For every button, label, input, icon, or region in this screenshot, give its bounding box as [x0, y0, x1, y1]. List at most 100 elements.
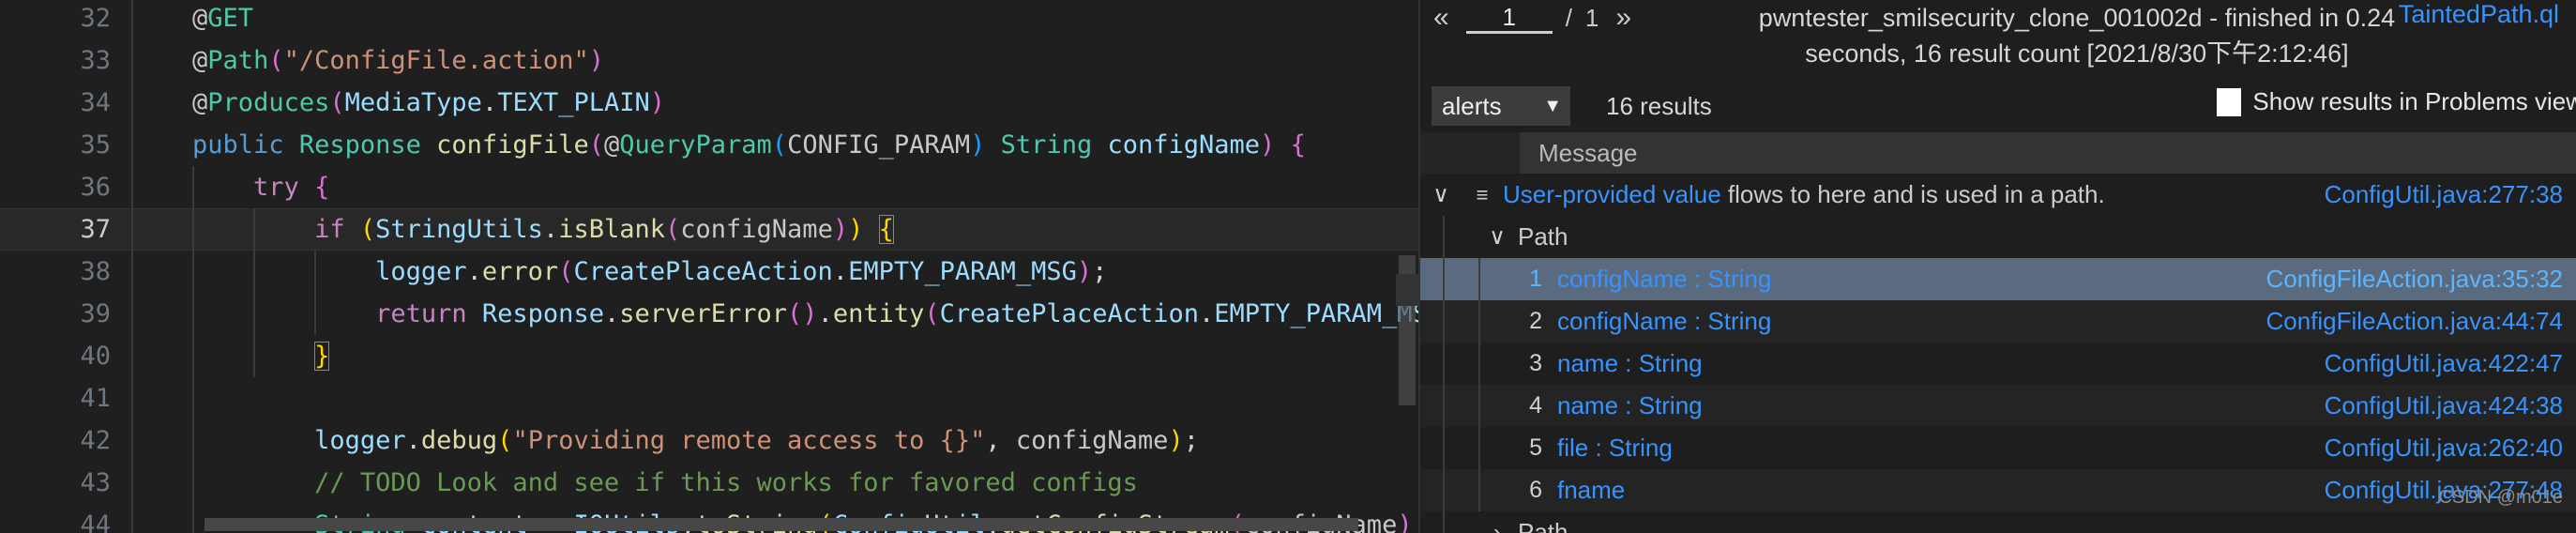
code-line-content: }: [131, 335, 1418, 377]
editor-horizontal-scrollbar-thumb[interactable]: [205, 518, 1358, 531]
path-step-row[interactable]: 1 configName : String ConfigFileAction.jav…: [1420, 258, 2576, 300]
code-token: ): [1076, 257, 1093, 286]
show-in-problems-toggle[interactable]: Show results in Problems view: [2217, 87, 2576, 116]
results-pager[interactable]: « 1 / 1 »: [1430, 0, 1739, 34]
results-table-header: Message: [1420, 132, 2576, 174]
code-token: // TODO Look and see if this works for f…: [314, 468, 1138, 497]
page-number-input[interactable]: 1: [1465, 3, 1553, 34]
tree-rail: [1478, 385, 1480, 427]
indent-guide: [253, 335, 255, 377]
code-line[interactable]: 40 }: [0, 335, 1418, 377]
path-step-location-link[interactable]: ConfigUtil.java:424:38: [2266, 391, 2576, 420]
code-line[interactable]: 36 try {: [0, 166, 1418, 208]
editor-scroll-marker[interactable]: [1396, 274, 1418, 306]
code-token: EMPTY_PARAM_MSG: [848, 257, 1077, 286]
alert-message-link[interactable]: User-provided value: [1503, 180, 1721, 208]
path-step-row[interactable]: 4 name : String ConfigUtil.java:424:38: [1420, 385, 2576, 427]
code-token: ): [588, 46, 604, 75]
code-line[interactable]: 37 if (StringUtils.isBlank(configName)) …: [0, 208, 1418, 251]
path-step-location-link[interactable]: ConfigFileAction.java:35:32: [2265, 265, 2576, 294]
results-topbar: « 1 / 1 » pwntester_smilsecurity_clone_0…: [1420, 0, 2576, 80]
code-token: .: [481, 88, 498, 117]
editor-vertical-scrollbar[interactable]: [1396, 0, 1418, 533]
code-token: (: [558, 257, 574, 286]
code-token: entity: [832, 299, 925, 328]
path-step-row[interactable]: 6 fname ConfigUtil.java:277:48: [1420, 469, 2576, 511]
code-token: .: [466, 257, 482, 286]
code-line[interactable]: 42 logger.debug("Providing remote access…: [0, 419, 1418, 462]
chevron-down-icon[interactable]: ∨: [1420, 181, 1462, 208]
path-step-location-link[interactable]: ConfigUtil.java:262:40: [2266, 434, 2576, 463]
code-line[interactable]: 32 @GET: [0, 0, 1418, 39]
column-header-message[interactable]: Message: [1520, 132, 2576, 174]
code-line[interactable]: 39 return Response.serverError().entity(…: [0, 293, 1418, 335]
path-step-location-link[interactable]: ConfigUtil.java:422:47: [2266, 349, 2576, 378]
path-group-row[interactable]: ∨ Path: [1420, 216, 2576, 258]
path-step-row[interactable]: 2 configName : String ConfigFileAction.jav…: [1420, 300, 2576, 343]
code-token: (: [787, 299, 803, 328]
code-line-content: return Response.serverError().entity(Cre…: [131, 293, 1418, 335]
code-token: return: [375, 299, 467, 328]
indent-guide: [131, 293, 133, 335]
alert-location-link[interactable]: ConfigUtil.java:277:38: [2266, 180, 2576, 209]
path-step-row[interactable]: 3 name : String ConfigUtil.java:422:47: [1420, 343, 2576, 385]
chevron-right-icon[interactable]: ›: [1477, 520, 1518, 533]
code-token: .: [1198, 299, 1215, 328]
code-line-content: try {: [131, 166, 1418, 208]
code-token: EMPTY_PARAM_MSG: [1214, 299, 1418, 328]
indent-guide: [131, 335, 133, 377]
show-in-problems-checkbox[interactable]: [2217, 87, 2242, 116]
results-rows-container: ∨ ≡ User-provided value flows to here and …: [1420, 174, 2576, 533]
results-kind-select[interactable]: alerts ▼: [1432, 86, 1570, 126]
code-token: "/ConfigFile.action": [283, 46, 589, 75]
code-token: MediaType: [344, 88, 482, 117]
code-line[interactable]: 34 @Produces(MediaType.TEXT_PLAIN): [0, 82, 1418, 124]
path-step-name[interactable]: configName : String: [1557, 307, 2265, 336]
path-step-name[interactable]: fname: [1557, 476, 2266, 505]
path-step-name[interactable]: name : String: [1557, 391, 2266, 420]
code-token: error: [481, 257, 559, 286]
path-step-location-link[interactable]: ConfigFileAction.java:44:74: [2265, 307, 2576, 336]
code-line[interactable]: 35 public Response configFile(@QueryPara…: [0, 124, 1418, 166]
show-in-problems-label: Show results in Problems view: [2252, 87, 2576, 115]
code-editor[interactable]: 32 @GET 33 @Path("/ConfigFile.action") 34 …: [0, 0, 1418, 533]
code-token: ;: [1092, 257, 1108, 286]
chevron-down-icon[interactable]: ∨: [1477, 223, 1518, 251]
code-token: @: [192, 4, 208, 33]
path-step-name[interactable]: file : String: [1557, 434, 2266, 463]
editor-horizontal-scrollbar[interactable]: [0, 516, 1398, 533]
code-token: @: [603, 130, 620, 160]
pager-separator: /: [1565, 3, 1572, 32]
path-step-name[interactable]: name : String: [1557, 349, 2266, 378]
indent-guide: [131, 0, 133, 39]
code-token: ): [1260, 130, 1276, 160]
indent-guide: [192, 208, 194, 251]
line-number: 36: [80, 173, 111, 202]
tree-rail: [1478, 469, 1480, 511]
tree-indent: [1420, 258, 1514, 300]
indent-guide: [192, 166, 194, 208]
code-line[interactable]: 38 logger.error(CreatePlaceAction.EMPTY_…: [0, 251, 1418, 293]
code-line[interactable]: 43 // TODO Look and see if this works fo…: [0, 462, 1418, 504]
next-page-icon[interactable]: »: [1612, 2, 1635, 34]
prev-page-icon[interactable]: «: [1430, 2, 1453, 34]
alert-row[interactable]: ∨ ≡ User-provided value flows to here and …: [1420, 174, 2576, 216]
path-step-row[interactable]: 5 file : String ConfigUtil.java:262:40: [1420, 427, 2576, 469]
path-group-row-2[interactable]: › Path: [1420, 511, 2576, 533]
code-token: ;: [1183, 426, 1199, 455]
code-line[interactable]: 33 @Path("/ConfigFile.action"): [0, 39, 1418, 82]
code-token: debug: [420, 426, 498, 455]
code-line[interactable]: 41: [0, 377, 1418, 419]
results-kind-select-value: alerts: [1442, 91, 1502, 120]
code-token: ,: [985, 426, 1016, 455]
path-step-name[interactable]: configName : String: [1557, 265, 2265, 294]
results-count-label: 16 results: [1606, 91, 1712, 120]
query-file-link[interactable]: TaintedPath.ql: [2399, 0, 2559, 29]
tree-indent: [1420, 385, 1514, 427]
code-token: if: [314, 215, 345, 244]
alert-message[interactable]: User-provided value flows to here and is…: [1503, 180, 2266, 209]
